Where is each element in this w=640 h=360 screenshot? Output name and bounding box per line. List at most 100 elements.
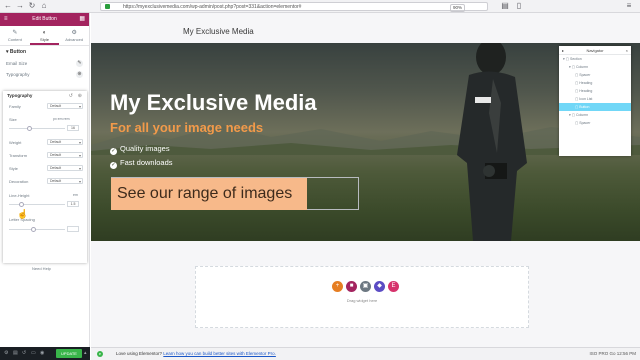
transform-select[interactable]: Default <box>47 152 83 158</box>
add-section-icon[interactable]: + <box>332 281 343 292</box>
navigator-item[interactable]: ▢ Spacer <box>559 119 631 127</box>
style-select[interactable]: Default <box>47 165 83 171</box>
slider-handle[interactable] <box>31 227 36 232</box>
sidebar-icon[interactable]: ▯ <box>514 1 524 11</box>
zoom-level[interactable]: 90% <box>449 4 465 12</box>
hero-heading[interactable]: My Exclusive Media <box>110 90 317 116</box>
responsive-icon[interactable]: ▭ <box>31 350 37 356</box>
collapse-icon[interactable]: ▸ <box>562 46 564 55</box>
close-icon[interactable]: × <box>626 46 628 55</box>
navigator-item-label: Column <box>576 65 589 69</box>
elementor-icon[interactable]: E <box>388 281 399 292</box>
navigator-item-label: Column <box>576 113 589 117</box>
decoration-label: Decoration <box>9 179 29 184</box>
caret-up-icon[interactable]: ▴ <box>84 350 90 356</box>
preview-icon[interactable]: ◉ <box>40 350 46 356</box>
globe-icon[interactable]: ⊕ <box>78 91 82 101</box>
navigator-item-label: Heading <box>579 81 593 85</box>
navigator-item[interactable]: ▾ ▢ Column <box>559 111 631 119</box>
promo-message: Love using Elementor? Learn how you can … <box>116 351 276 356</box>
tab-style[interactable]: ◐ Style <box>29 26 60 45</box>
library-icon[interactable]: ▤ <box>500 1 510 11</box>
promo-link[interactable]: Learn how you can build better sites wit… <box>163 351 276 356</box>
weight-select[interactable]: Default <box>47 139 83 145</box>
navigator-title: Navigator <box>586 48 604 53</box>
size-units[interactable]: px em rem <box>53 117 70 121</box>
add-template-icon[interactable]: ■ <box>346 281 357 292</box>
system-tray: ISO PRO Go 12:56 PM <box>589 351 636 356</box>
check-circle-icon: ✓ <box>110 148 117 155</box>
empty-section-dropzone[interactable]: + ■ ▣ ◆ E Drag widget here <box>195 266 529 328</box>
site-title[interactable]: My Exclusive Media <box>183 27 254 36</box>
editor-canvas: My Exclusive Media My Exclusive Media Fo… <box>91 13 640 347</box>
pencil-icon: ✎ <box>12 30 18 36</box>
need-help-link[interactable]: Need Help <box>32 266 51 271</box>
navigator-item-label: Section <box>570 57 582 61</box>
panel-footer: ⚙ ▤ ↺ ▭ ◉ UPDATE ▴ <box>0 347 90 360</box>
browser-toolbar: ← → ↻ ⌂ https://myexclusivemedia.com/wp-… <box>0 0 640 13</box>
gear-icon: ⚙ <box>71 30 77 36</box>
menu-icon[interactable]: ≡ <box>624 1 634 11</box>
back-icon[interactable]: ← <box>3 1 13 11</box>
mouse-cursor-icon: ☝ <box>17 209 29 219</box>
photographer-image <box>457 43 527 241</box>
navigator-item[interactable]: ▾ ▢ Section <box>559 55 631 63</box>
letter-spacing-slider[interactable] <box>9 227 65 232</box>
hero-subheading[interactable]: For all your image needs <box>110 120 263 135</box>
typography-row: Typography ⊕ <box>6 71 83 78</box>
half-circle-icon: ◐ <box>42 30 47 36</box>
tab-advanced[interactable]: ⚙ Advanced <box>59 26 89 45</box>
line-height-slider[interactable] <box>9 202 65 207</box>
feature-item[interactable]: ✓ Fast downloads <box>110 158 173 169</box>
update-button[interactable]: UPDATE <box>56 349 82 358</box>
navigator-item[interactable]: ▾ ▢ Column <box>559 63 631 71</box>
slider-handle[interactable] <box>19 202 24 207</box>
hero-section[interactable]: My Exclusive Media For all your image ne… <box>91 43 640 241</box>
home-icon[interactable]: ⌂ <box>39 1 49 11</box>
kit-icon[interactable]: ◆ <box>374 281 385 292</box>
forward-icon[interactable]: → <box>15 1 25 11</box>
settings-icon[interactable]: ⚙ <box>4 350 10 356</box>
panel-header: ≡ Edit Button ▦ <box>0 13 89 26</box>
slider-handle[interactable] <box>27 126 32 131</box>
cta-button[interactable]: See our range of images <box>111 178 307 210</box>
section-button[interactable]: ▾ Button <box>0 46 89 58</box>
decoration-select[interactable]: Default <box>47 178 83 184</box>
history-icon[interactable]: ↺ <box>22 350 28 356</box>
globe-icon[interactable]: ⊕ <box>76 71 83 78</box>
letter-spacing-input[interactable] <box>67 226 79 232</box>
edit-icon[interactable]: ✎ <box>76 60 83 67</box>
hamburger-icon[interactable]: ≡ <box>4 13 8 26</box>
navigator-item-label: Spacer <box>579 73 591 77</box>
navigator-header[interactable]: Navigator ▸ × <box>559 46 631 55</box>
url-text[interactable]: https://myexclusivemedia.com/wp-admin/po… <box>123 3 301 11</box>
navigator-tree: ▾ ▢ Section ▾ ▢ Column ▢ Spacer ▢ Heading ▢ … <box>559 55 631 127</box>
navigator-item[interactable]: ▢ Heading <box>559 79 631 87</box>
navigator-item[interactable]: ▢ Button <box>559 103 631 111</box>
navigator-item[interactable]: ▢ Spacer <box>559 71 631 79</box>
panel-tabs: ✎ Content ◐ Style ⚙ Advanced <box>0 26 89 46</box>
line-height-input[interactable]: 1.5 <box>67 201 79 207</box>
navigator-icon[interactable]: ▤ <box>13 350 19 356</box>
grid-icon[interactable]: ▦ <box>79 13 85 26</box>
line-height-units[interactable]: em <box>73 193 78 197</box>
feature-item[interactable]: ✓ Quality images <box>110 144 170 155</box>
navigator-item[interactable]: ▢ Icon List <box>559 95 631 103</box>
size-input[interactable]: 16 <box>67 125 79 131</box>
address-bar[interactable]: https://myexclusivemedia.com/wp-admin/po… <box>100 2 488 12</box>
check-circle-icon: ✓ <box>110 162 117 169</box>
navigator-item-label: Heading <box>579 89 593 93</box>
tab-content[interactable]: ✎ Content <box>0 26 30 45</box>
navigator-item[interactable]: ▢ Heading <box>559 87 631 95</box>
size-slider[interactable] <box>9 126 65 131</box>
status-bar: e Love using Elementor? Learn how you ca… <box>91 347 640 360</box>
family-select[interactable]: Default <box>47 103 83 109</box>
typography-popover: Typography ↺ ⊕ Family Default Size px em… <box>3 91 87 263</box>
navigator-item-label: Spacer <box>579 121 591 125</box>
transform-label: Transform <box>9 153 28 158</box>
navigator-item-label: Button <box>579 105 590 109</box>
reload-icon[interactable]: ↻ <box>27 1 37 11</box>
folder-icon[interactable]: ▣ <box>360 281 371 292</box>
size-label: Size <box>9 117 17 122</box>
reset-icon[interactable]: ↺ <box>69 91 73 101</box>
